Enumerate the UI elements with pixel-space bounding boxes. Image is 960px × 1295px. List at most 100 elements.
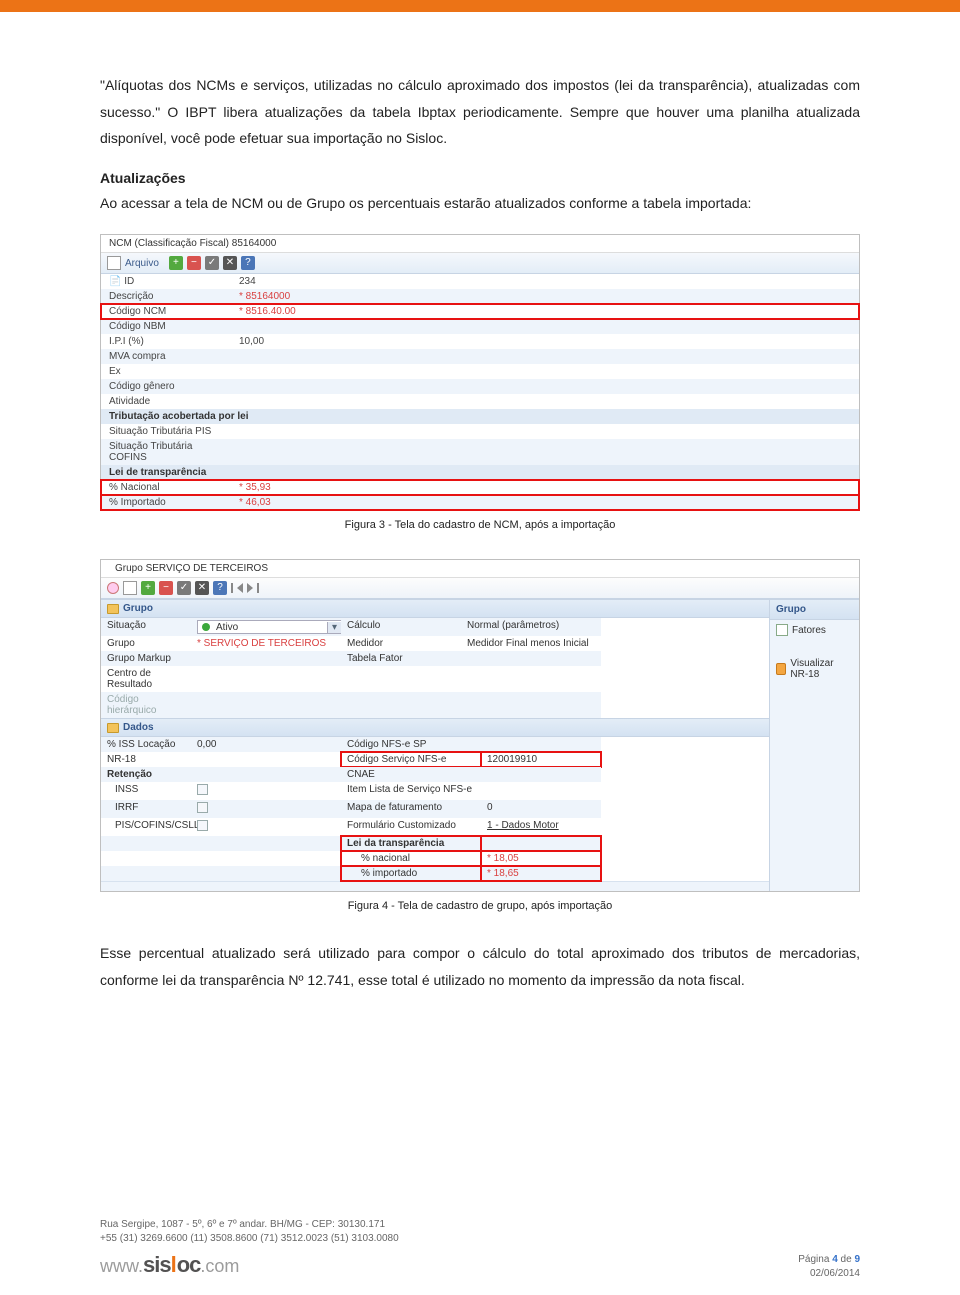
nav-next-icon[interactable] xyxy=(247,583,253,593)
folder-icon xyxy=(107,604,119,614)
caption-figura-4: Figura 4 - Tela de cadastro de grupo, ap… xyxy=(100,900,860,912)
field-medidor-label: Medidor xyxy=(341,636,461,651)
cancel-button[interactable]: ✕ xyxy=(223,256,237,270)
field-pct-importado-grupo-label: % importado xyxy=(341,866,481,881)
add-button[interactable]: + xyxy=(169,256,183,270)
paragraph-conclusao: Esse percentual atualizado será utilizad… xyxy=(100,940,860,993)
field-situacao-value: Ativo xyxy=(214,622,327,633)
field-nr18-label: NR-18 xyxy=(101,752,191,767)
field-calculo-label: Cálculo xyxy=(341,618,461,636)
delete-button[interactable]: − xyxy=(187,256,201,270)
heading-atualizacoes: Atualizações xyxy=(100,170,860,186)
screenshot-ncm: NCM (Classificação Fiscal) 85164000 Arqu… xyxy=(100,234,860,511)
field-tabela-fator-label: Tabela Fator xyxy=(341,651,461,666)
panel-dados-header: Dados xyxy=(101,718,769,737)
nav-first-icon[interactable] xyxy=(231,583,233,593)
field-formulario-value[interactable]: 1 - Dados Motor xyxy=(481,818,601,836)
field-grupo-value[interactable]: * SERVIÇO DE TERCEIROS xyxy=(197,638,326,649)
field-inss-label: INSS xyxy=(101,782,191,800)
folder-icon xyxy=(107,723,119,733)
nav-last-icon[interactable] xyxy=(257,583,259,593)
field-medidor-value[interactable]: Medidor Final menos Inicial xyxy=(461,636,601,651)
field-grupo-markup-label: Grupo Markup xyxy=(101,651,191,666)
field-codigo-ncm-label: Código NCM xyxy=(101,304,231,319)
panel-grupo-header: Grupo xyxy=(101,599,769,618)
inss-checkbox[interactable] xyxy=(197,784,208,795)
section-lei-transparencia: Lei de transparência xyxy=(101,465,859,480)
list-icon xyxy=(776,624,788,636)
footer-date: 02/06/2014 xyxy=(798,1267,860,1281)
field-codigo-nbm-label: Código NBM xyxy=(101,319,231,334)
field-retencao-label: Retenção xyxy=(101,767,191,782)
side-panel-header: Grupo xyxy=(770,599,859,620)
field-codigo-hierarquico-label: Código hierárquico xyxy=(101,692,191,718)
irrf-checkbox[interactable] xyxy=(197,802,208,813)
menu-arquivo[interactable]: Arquivo xyxy=(125,258,159,269)
field-sit-cofins-label: Situação Tributária COFINS xyxy=(101,439,231,465)
field-irrf-label: IRRF xyxy=(101,800,191,818)
nav-prev-icon[interactable] xyxy=(237,583,243,593)
add-button[interactable]: + xyxy=(141,581,155,595)
field-pct-importado-label: % Importado xyxy=(101,495,231,510)
footer-page-number: Página 4 de 9 xyxy=(798,1253,860,1267)
field-lei-transparencia-label: Lei da transparência xyxy=(341,836,481,851)
screenshot-grupo: Grupo SERVIÇO DE TERCEIROS + − ✓ ✕ ? Gru… xyxy=(100,559,860,892)
field-situacao-label: Situação xyxy=(101,618,191,636)
field-centro-resultado-label: Centro de Resultado xyxy=(101,666,191,692)
page-footer: Rua Sergipe, 1087 - 5º, 6º e 7º andar. B… xyxy=(100,1218,860,1281)
piscofins-checkbox[interactable] xyxy=(197,820,208,831)
field-descricao-value[interactable]: * 85164000 xyxy=(231,289,859,304)
field-pct-nacional-label: % Nacional xyxy=(101,480,231,495)
record-icon[interactable] xyxy=(107,582,119,594)
confirm-button[interactable]: ✓ xyxy=(205,256,219,270)
delete-button[interactable]: − xyxy=(159,581,173,595)
page-top-accent xyxy=(0,0,960,12)
field-codigo-servico-nfse-value[interactable]: 120019910 xyxy=(481,752,601,767)
field-iss-label: % ISS Locação xyxy=(101,737,191,752)
field-calculo-value[interactable]: Normal (parâmetros) xyxy=(461,618,601,636)
field-grupo-label: Grupo xyxy=(101,636,191,651)
ncm-fields-table: 📄 ID234 Descrição* 85164000 Código NCM* … xyxy=(101,274,859,510)
field-codigo-servico-nfse-label: Código Serviço NFS-e xyxy=(341,752,481,767)
field-descricao-label: Descrição xyxy=(101,289,231,304)
status-dot-icon xyxy=(202,623,210,631)
side-item-fatores[interactable]: Fatores xyxy=(770,620,859,640)
help-button[interactable]: ? xyxy=(213,581,227,595)
side-item-visualizar-nr18[interactable]: Visualizar NR-18 xyxy=(770,654,859,684)
paragraph-intro: "Alíquotas dos NCMs e serviços, utilizad… xyxy=(100,72,860,152)
field-pct-nacional-value[interactable]: * 35,93 xyxy=(231,480,859,495)
field-pct-importado-grupo-value[interactable]: * 18,65 xyxy=(487,868,519,879)
help-button[interactable]: ? xyxy=(241,256,255,270)
field-iss-value[interactable]: 0,00 xyxy=(191,737,341,752)
field-cnae-label: CNAE xyxy=(341,767,481,782)
footer-address-line2: +55 (31) 3269.6600 (11) 3508.8600 (71) 3… xyxy=(100,1232,399,1246)
section-tributacao: Tributação acobertada por lei xyxy=(101,409,859,424)
field-ex-label: Ex xyxy=(101,364,231,379)
field-piscofins-label: PIS/COFINS/CSLL xyxy=(101,818,191,836)
field-id-label: 📄 ID xyxy=(109,276,134,287)
grupo-toolbar: + − ✓ ✕ ? xyxy=(101,578,859,599)
confirm-button[interactable]: ✓ xyxy=(177,581,191,595)
field-ipi-label: I.P.I (%) xyxy=(101,334,231,349)
field-pct-importado-value[interactable]: * 46,03 xyxy=(231,495,859,510)
field-codigo-genero-label: Código gênero xyxy=(101,379,231,394)
chevron-down-icon: ▾ xyxy=(327,622,341,633)
field-mva-label: MVA compra xyxy=(101,349,231,364)
field-mapa-faturamento-value[interactable]: 0 xyxy=(481,800,601,818)
ncm-toolbar: Arquivo + − ✓ ✕ ? xyxy=(101,253,859,274)
field-pct-nacional-grupo-label: % nacional xyxy=(341,851,481,866)
caption-figura-3: Figura 3 - Tela do cadastro de NCM, após… xyxy=(100,519,860,531)
ncm-window-title: NCM (Classificação Fiscal) 85164000 xyxy=(101,235,859,253)
field-codigo-nbm-value[interactable] xyxy=(231,319,859,334)
footer-brand: www.sisloc.com xyxy=(100,1250,399,1281)
field-ipi-value[interactable]: 10,00 xyxy=(231,334,859,349)
field-codigo-ncm-value[interactable]: * 8516.40.00 xyxy=(231,304,859,319)
document-icon[interactable] xyxy=(123,581,137,595)
field-situacao-combo[interactable]: Ativo ▾ xyxy=(197,620,342,634)
preview-icon xyxy=(776,663,786,675)
field-pct-nacional-grupo-value[interactable]: * 18,05 xyxy=(487,853,519,864)
field-mapa-faturamento-label: Mapa de faturamento xyxy=(341,800,481,818)
grupo-window-title: Grupo SERVIÇO DE TERCEIROS xyxy=(101,560,859,578)
cancel-button[interactable]: ✕ xyxy=(195,581,209,595)
field-codigo-nfse-sp-label: Código NFS-e SP xyxy=(341,737,481,752)
